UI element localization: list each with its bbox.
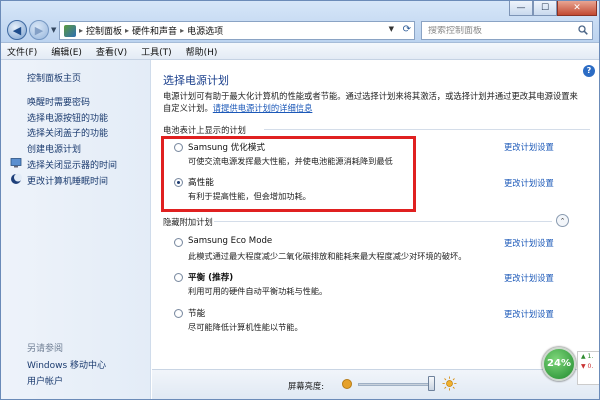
address-bar[interactable]: ▸ 控制面板 ▸ 硬件和声音 ▸ 电源选项 ▼ ⟳: [59, 21, 415, 40]
page-title: 选择电源计划: [163, 74, 229, 87]
sidebar-item-power-button[interactable]: 选择电源按钮的功能: [27, 111, 108, 124]
battery-gadget[interactable]: 24% ▲ 1. ▼ 0.: [542, 347, 599, 387]
sidebar-item-lid-close[interactable]: 选择关闭盖子的功能: [27, 126, 108, 139]
breadcrumb-hardware-sound[interactable]: 硬件和声音: [132, 24, 177, 37]
brightness-label: 屏幕亮度:: [288, 381, 324, 391]
menu-tools[interactable]: 工具(T): [141, 45, 172, 58]
breadcrumb-separator: ▸: [125, 26, 130, 35]
breadcrumb-separator: ▸: [79, 26, 84, 35]
battery-percent: 24%: [542, 347, 576, 381]
intro-text: 电源计划可有助于最大化计算机的性能或者节能。通过选择计划来将其激活，或选择计划并…: [163, 90, 585, 114]
forward-arrow-icon: ▶: [34, 23, 44, 37]
address-dropdown-icon[interactable]: ▼: [389, 25, 394, 33]
control-panel-window: — ☐ ✕ ◀ ▶ ▼ ▸ 控制面板 ▸ 硬件和声音 ▸ 电源选项 ▼ ⟳ 搜索…: [0, 0, 600, 400]
menu-file[interactable]: 文件(F): [7, 45, 37, 58]
recent-pages-dropdown-icon[interactable]: ▼: [51, 26, 56, 34]
change-plan-settings-link[interactable]: 更改计划设置: [504, 141, 554, 153]
battery-stats: ▲ 1. ▼ 0.: [577, 351, 599, 385]
plan-name-samsung-optimized[interactable]: Samsung 优化模式: [188, 141, 265, 153]
plan-desc-samsung-optimized: 可使交流电源发挥最大性能，并使电池能源消耗降到最低: [188, 156, 393, 166]
menu-help[interactable]: 帮助(H): [186, 45, 218, 58]
moon-icon: [11, 173, 22, 184]
sidebar-item-display-off[interactable]: 选择关闭显示器的时间: [27, 158, 117, 171]
section-divider: [214, 221, 552, 222]
plan-radio-power-saver[interactable]: [174, 309, 183, 318]
brightness-slider-thumb[interactable]: [428, 376, 435, 391]
plan-radio-balanced[interactable]: [174, 273, 183, 282]
change-plan-settings-link[interactable]: 更改计划设置: [504, 272, 554, 284]
battery-stat-up-value: 1.: [587, 353, 594, 360]
plan-desc-balanced: 利用可用的硬件自动平衡功耗与性能。: [188, 286, 328, 296]
brightness-bar: 屏幕亮度:: [152, 369, 599, 399]
section-divider: [264, 129, 590, 130]
plan-name-high-performance[interactable]: 高性能: [188, 176, 214, 188]
breadcrumb-power-options[interactable]: 电源选项: [187, 24, 223, 37]
sidebar-item-user-accounts[interactable]: 用户帐户: [27, 374, 63, 387]
battery-stat-down: ▼ 0.: [581, 363, 594, 370]
sidebar-item-mobility-center[interactable]: Windows 移动中心: [27, 358, 106, 371]
search-input[interactable]: [428, 25, 568, 36]
change-plan-settings-link[interactable]: 更改计划设置: [504, 237, 554, 249]
battery-stat-down-value: 0.: [587, 363, 594, 370]
minimize-button[interactable]: —: [509, 1, 533, 16]
help-icon[interactable]: ?: [583, 65, 595, 77]
maximize-button[interactable]: ☐: [533, 1, 557, 16]
sidebar-item-create-plan[interactable]: 创建电源计划: [27, 142, 81, 155]
menu-bar: 文件(F) 编辑(E) 查看(V) 工具(T) 帮助(H): [1, 43, 599, 60]
plan-desc-high-performance: 有利于提高性能，但会增加功耗。: [188, 191, 311, 201]
plan-radio-samsung-optimized[interactable]: [174, 143, 183, 152]
battery-stat-up: ▲ 1.: [581, 353, 594, 360]
monitor-icon: [10, 158, 22, 168]
search-box[interactable]: [421, 21, 593, 40]
window-controls: — ☐ ✕: [509, 1, 597, 17]
see-also-heading: 另请参阅: [27, 344, 64, 354]
plan-radio-high-performance[interactable]: [174, 178, 183, 187]
plan-desc-samsung-eco: 此模式通过最大程度减少二氧化碳排放和能耗来最大程度减少对环境的破坏。: [188, 251, 467, 261]
collapse-chevron-icon[interactable]: ⌃: [556, 214, 569, 227]
plan-details-link[interactable]: 请提供电源计划的详细信息: [213, 103, 313, 113]
plan-name-balanced[interactable]: 平衡 (推荐): [188, 271, 233, 283]
forward-button[interactable]: ▶: [29, 20, 49, 40]
back-arrow-icon: ◀: [12, 23, 22, 37]
refresh-icon[interactable]: ⟳: [403, 24, 411, 35]
close-button[interactable]: ✕: [557, 1, 597, 16]
brightness-high-icon: [442, 376, 457, 391]
sidebar-item-wake-password[interactable]: 唤醒时需要密码: [27, 95, 90, 108]
plan-name-power-saver[interactable]: 节能: [188, 307, 205, 319]
battery-meter-section-label: 电池表计上显示的计划: [163, 125, 246, 135]
title-bar: — ☐ ✕ ◀ ▶ ▼ ▸ 控制面板 ▸ 硬件和声音 ▸ 电源选项 ▼ ⟳: [1, 1, 599, 43]
change-plan-settings-link[interactable]: 更改计划设置: [504, 308, 554, 320]
sidebar-control-panel-home[interactable]: 控制面板主页: [27, 71, 81, 84]
breadcrumb-control-panel[interactable]: 控制面板: [86, 24, 122, 37]
brightness-low-icon: [342, 379, 352, 389]
search-icon[interactable]: [578, 25, 588, 35]
back-button[interactable]: ◀: [7, 20, 27, 40]
hidden-plans-section-label: 隐藏附加计划: [163, 217, 213, 227]
plan-radio-samsung-eco[interactable]: [174, 238, 183, 247]
plan-name-samsung-eco[interactable]: Samsung Eco Mode: [188, 236, 272, 246]
change-plan-settings-link[interactable]: 更改计划设置: [504, 177, 554, 189]
menu-edit[interactable]: 编辑(E): [51, 45, 82, 58]
breadcrumb-separator: ▸: [180, 26, 185, 35]
menu-view[interactable]: 查看(V): [96, 45, 127, 58]
sidebar-item-sleep-time[interactable]: 更改计算机睡眠时间: [27, 174, 108, 187]
plan-desc-power-saver: 尽可能降低计算机性能以节能。: [188, 322, 303, 332]
main-content: ? 选择电源计划 电源计划可有助于最大化计算机的性能或者节能。通过选择计划来将其…: [152, 60, 599, 369]
control-panel-icon: [64, 24, 76, 37]
sidebar: 控制面板主页 唤醒时需要密码 选择电源按钮的功能 选择关闭盖子的功能 创建电源计…: [1, 60, 151, 399]
brightness-slider-track[interactable]: [358, 383, 434, 386]
